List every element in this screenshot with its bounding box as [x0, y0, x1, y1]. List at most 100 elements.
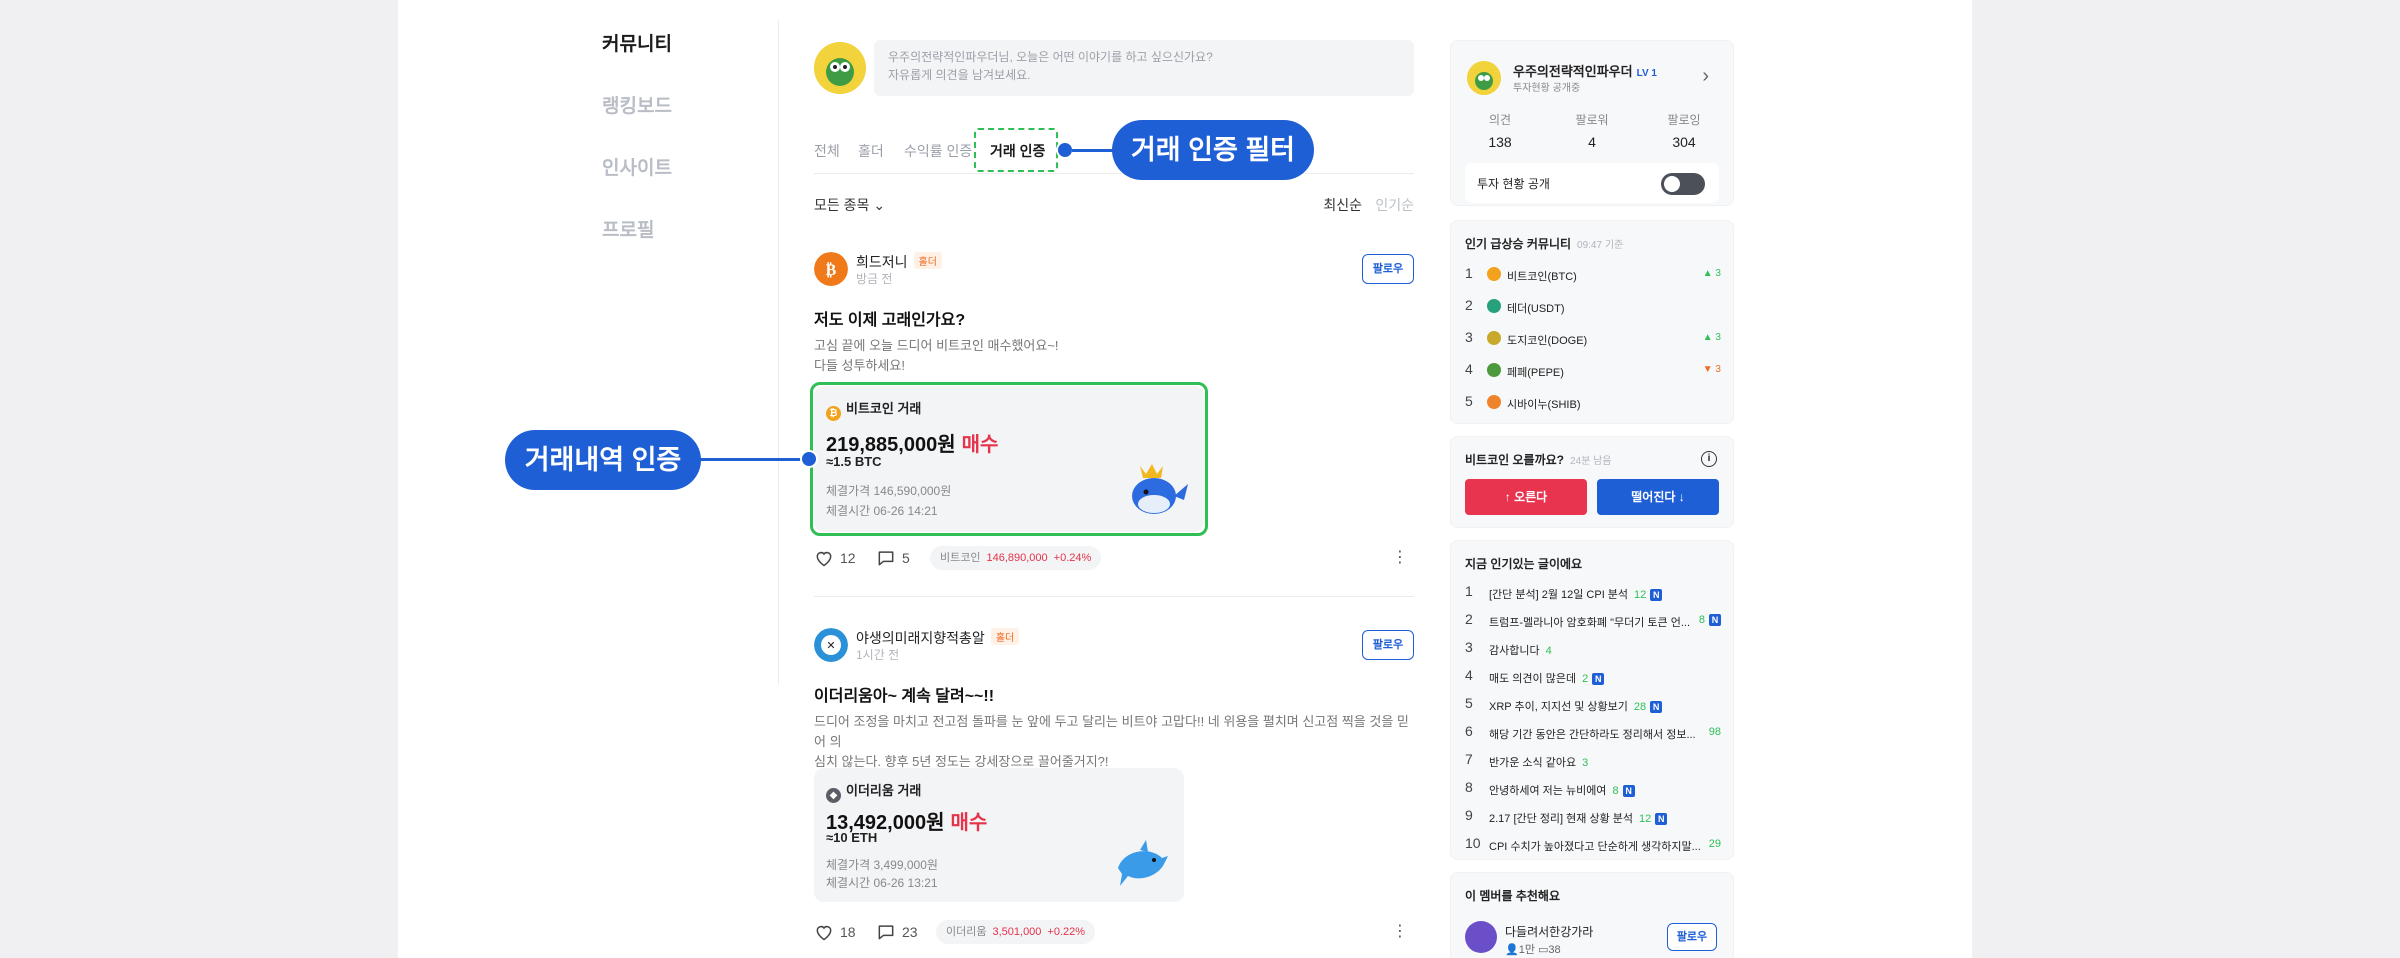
composer-placeholder-line2: 자유롭게 의견을 남겨보세요. — [888, 68, 1031, 82]
coin-price-chip[interactable]: 비트코인 146,890,000 +0.24% — [930, 546, 1102, 570]
chevron-right-icon[interactable]: › — [1702, 65, 1709, 88]
tab-holder[interactable]: 홀더 — [858, 140, 884, 162]
vote-remaining: 24분 남음 — [1570, 456, 1612, 467]
hot-title: XRP 추이, 지지선 및 상황보기 — [1489, 701, 1628, 713]
user-avatar[interactable] — [814, 42, 866, 94]
hot-comment-count: 12 — [1639, 813, 1652, 825]
hot-rank: 10 — [1465, 835, 1481, 851]
post-card: ₿ 희드저니 홀더 방금 전 팔로우 저도 이제 고래인가요? 고심 끝에 오늘 … — [810, 252, 1414, 572]
hot-post-item[interactable]: 2 트럼프-멜라니아 암호화폐 "무더기 토큰 언... 8 N — [1465, 611, 1721, 631]
coin-filter-dropdown[interactable]: 모든 종목 ⌄ — [814, 195, 885, 215]
sort-latest[interactable]: 최신순 — [1323, 195, 1362, 215]
author-avatar[interactable]: ₿ — [814, 252, 848, 286]
stat-followers[interactable]: 팔로워 4 — [1547, 111, 1637, 150]
post-body: 드디어 조정을 마치고 전고점 돌파를 눈 앞에 두고 달리는 비트야 고맙다!… — [814, 712, 1414, 772]
nav-item-insight[interactable]: 인사이트 — [602, 154, 722, 216]
callout-filter-label: 거래 인증 필터 — [1112, 120, 1314, 180]
profile-name[interactable]: 우주의전략적인파우더 LV 1 — [1513, 61, 1657, 80]
hot-comment-count: 12 — [1634, 589, 1647, 601]
comment-button[interactable]: 23 — [876, 920, 918, 944]
nav-divider — [778, 20, 779, 685]
nav-item-community[interactable]: 커뮤니티 — [602, 30, 722, 92]
hot-post-item[interactable]: 8 안녕하세여 저는 뉴비에여 8 N — [1465, 779, 1721, 799]
new-badge-icon: N — [1709, 614, 1721, 626]
trending-item[interactable]: 1 비트코인(BTC) ▲ 3 — [1465, 265, 1721, 285]
screenshot-frame: 커뮤니티 랭킹보드 인사이트 프로필 우주의전략적인파우더님, 오늘은 어떤 이… — [0, 0, 2400, 958]
author-name[interactable]: 희드저니 홀더 — [856, 252, 942, 272]
hot-post-item[interactable]: 3 감사합니다 4 — [1465, 639, 1721, 659]
trending-item[interactable]: 5 시바이누(SHIB) — [1465, 393, 1721, 413]
nav-item-rankingboard[interactable]: 랭킹보드 — [602, 92, 722, 154]
author-name[interactable]: 야생의미래지향적총알 홀더 — [856, 628, 1020, 648]
trending-title-text: 인기 급상승 커뮤니티 — [1465, 237, 1572, 251]
hot-title: 안녕하세여 저는 뉴비에여 — [1489, 785, 1607, 797]
trending-time: 09:47 기준 — [1577, 240, 1624, 251]
hot-comment-count: 4 — [1545, 645, 1552, 657]
profile-card: 우주의전략적인파우더 LV 1 투자현황 공개중 › 의견 138 팔로워 4 팔로잉… — [1450, 40, 1734, 206]
invest-visibility-label: 투자 현황 공개 — [1477, 177, 1550, 191]
hot-post-item[interactable]: 1 [간단 분석] 2월 12일 CPI 분석 12 N — [1465, 583, 1721, 603]
like-button[interactable]: 18 — [814, 920, 856, 944]
more-icon[interactable]: ⋮ — [1392, 922, 1408, 942]
tab-all[interactable]: 전체 — [814, 140, 840, 162]
trending-item[interactable]: 3 도지코인(DOGE) ▲ 3 — [1465, 329, 1721, 349]
chip-coin: 이더리움 — [946, 926, 987, 938]
vote-up-button[interactable]: ↑ 오른다 — [1465, 479, 1587, 515]
svg-text:✕: ✕ — [826, 639, 835, 652]
recommend-follow-button[interactable]: 팔로우 — [1667, 923, 1717, 951]
filter-row: 모든 종목 ⌄ 최신순 인기순 — [814, 195, 1414, 215]
coin-name: 페페(PEPE) — [1507, 367, 1564, 379]
hot-post-item[interactable]: 7 반가운 소식 같아요 3 — [1465, 751, 1721, 771]
tether-icon — [1487, 299, 1501, 313]
trending-title: 인기 급상승 커뮤니티 09:47 기준 — [1465, 235, 1623, 252]
hot-title: 반가운 소식 같아요 — [1489, 757, 1577, 769]
coin-price-chip[interactable]: 이더리움 3,501,000 +0.22% — [936, 920, 1096, 944]
hot-post-item[interactable]: 10 CPI 수치가 높아졌다고 단순하게 생각하지말... 29 — [1465, 835, 1721, 855]
trending-item[interactable]: 2 테더(USDT) — [1465, 297, 1721, 317]
callout-proof-line — [700, 458, 810, 461]
chip-change: +0.22% — [1047, 926, 1086, 938]
trade-card-highlight — [810, 382, 1208, 536]
callout-filter-line — [1072, 149, 1114, 152]
vote-down-button[interactable]: 떨어진다 ↓ — [1597, 479, 1719, 515]
stat-label: 팔로잉 — [1667, 113, 1701, 127]
composer-input[interactable]: 우주의전략적인파우더님, 오늘은 어떤 이야기를 하고 싶으신가요? 자유롭게 … — [874, 40, 1414, 96]
hot-post-item[interactable]: 9 2.17 [간단 정리] 현재 상황 분석 12 N — [1465, 807, 1721, 827]
tab-profit-proof[interactable]: 수익률 인증 — [904, 140, 972, 162]
recommend-avatar[interactable] — [1465, 921, 1497, 953]
post-time: 1시간 전 — [856, 648, 900, 662]
bitcoin-icon — [1487, 267, 1501, 281]
coin-filter-label: 모든 종목 — [814, 197, 870, 213]
sort-popular[interactable]: 인기순 — [1375, 195, 1414, 215]
like-button[interactable]: 12 — [814, 546, 856, 570]
holder-badge: 홀더 — [990, 628, 1020, 645]
profile-avatar[interactable] — [1467, 61, 1501, 95]
stat-following[interactable]: 팔로잉 304 — [1639, 111, 1729, 150]
trending-item[interactable]: 4 페페(PEPE) ▼ 3 — [1465, 361, 1721, 381]
post-title[interactable]: 저도 이제 고래인가요? — [814, 306, 965, 330]
post-title[interactable]: 이더리움아~ 계속 달려~~!! — [814, 682, 994, 706]
stat-opinions[interactable]: 의견 138 — [1455, 111, 1545, 150]
hot-post-item[interactable]: 4 매도 의견이 많은데 2 N — [1465, 667, 1721, 687]
hot-title: 2.17 [간단 정리] 현재 상황 분석 — [1489, 813, 1634, 825]
hot-post-item[interactable]: 5 XRP 추이, 지지선 및 상황보기 28 N — [1465, 695, 1721, 715]
trade-coin-name: ◆ 이더리움 거래 — [826, 780, 921, 803]
stat-label: 의견 — [1488, 113, 1512, 127]
follow-button[interactable]: 팔로우 — [1362, 254, 1414, 284]
post-divider — [814, 596, 1414, 597]
invest-visibility-toggle[interactable] — [1661, 173, 1705, 195]
hot-post-item[interactable]: 6 해당 기간 동안은 간단하라도 정리해서 정보... 98 — [1465, 723, 1721, 743]
comment-icon — [878, 551, 894, 566]
nav-item-profile[interactable]: 프로필 — [602, 216, 722, 278]
author-avatar[interactable]: ✕ — [814, 628, 848, 662]
comment-button[interactable]: 5 — [876, 546, 910, 570]
post-body: 고심 끝에 오늘 드디어 비트코인 매수했어요~! 다들 성투하세요! — [814, 336, 1414, 376]
more-icon[interactable]: ⋮ — [1392, 548, 1408, 568]
profile-name-text: 우주의전략적인파우더 — [1513, 64, 1633, 79]
recommend-name[interactable]: 다들려서한강가라 — [1505, 923, 1593, 940]
new-badge-icon: N — [1622, 785, 1635, 797]
info-icon[interactable]: i — [1701, 451, 1717, 467]
shiba-icon — [1487, 395, 1501, 409]
follow-button[interactable]: 팔로우 — [1362, 630, 1414, 660]
trade-card[interactable]: ◆ 이더리움 거래 13,492,000원 매수 ≈10 ETH 체결가격 3,49… — [814, 768, 1184, 902]
